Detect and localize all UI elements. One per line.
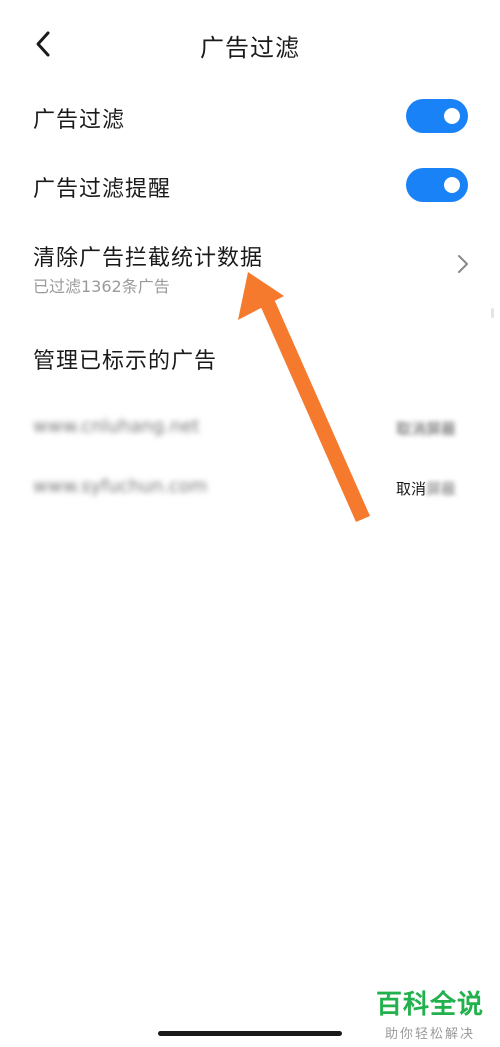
page-title: 广告过滤: [200, 34, 300, 62]
site-url: www.cnluhang.net: [33, 416, 200, 437]
section-title-manage: 管理已标示的广告: [33, 349, 218, 374]
home-indicator[interactable]: [158, 1031, 342, 1036]
setting-ad-filter-reminder-label: 广告过滤提醒: [33, 177, 172, 202]
setting-ad-filter[interactable]: 广告过滤: [0, 96, 500, 140]
site-url: www.syfuchun.com: [33, 476, 208, 497]
ad-filter-toggle[interactable]: [406, 99, 468, 133]
toggle-knob: [444, 177, 460, 193]
watermark-main-text: 百科全说: [375, 990, 484, 1020]
list-item: www.cnluhang.net 取消屏蔽: [0, 408, 500, 448]
watermark-sub-text: 助你轻松解决: [384, 1027, 475, 1042]
clear-stats-label: 清除广告拦截统计数据: [33, 246, 264, 271]
annotation-arrow: [238, 272, 370, 522]
unblock-button[interactable]: 取消屏蔽: [396, 478, 456, 499]
clear-stats-sublabel: 已过滤1362条广告: [33, 277, 170, 296]
unblock-button-label-blurred: 屏蔽: [425, 480, 456, 498]
ad-filter-reminder-toggle[interactable]: [406, 168, 468, 202]
header: 广告过滤: [0, 0, 500, 90]
unblock-button[interactable]: 取消屏蔽: [396, 418, 456, 439]
toggle-knob: [444, 108, 460, 124]
setting-ad-filter-reminder[interactable]: 广告过滤提醒: [0, 165, 500, 209]
setting-ad-filter-label: 广告过滤: [33, 108, 126, 133]
clear-stats-row[interactable]: 清除广告拦截统计数据 已过滤1362条广告: [0, 230, 500, 300]
list-item: www.syfuchun.com 取消屏蔽: [0, 468, 500, 508]
scroll-indicator: [491, 308, 494, 318]
watermark-logo: 百科全说 助你轻松解决: [376, 984, 484, 1042]
chevron-right-icon: [458, 255, 468, 273]
unblock-button-label: 取消: [395, 480, 426, 498]
